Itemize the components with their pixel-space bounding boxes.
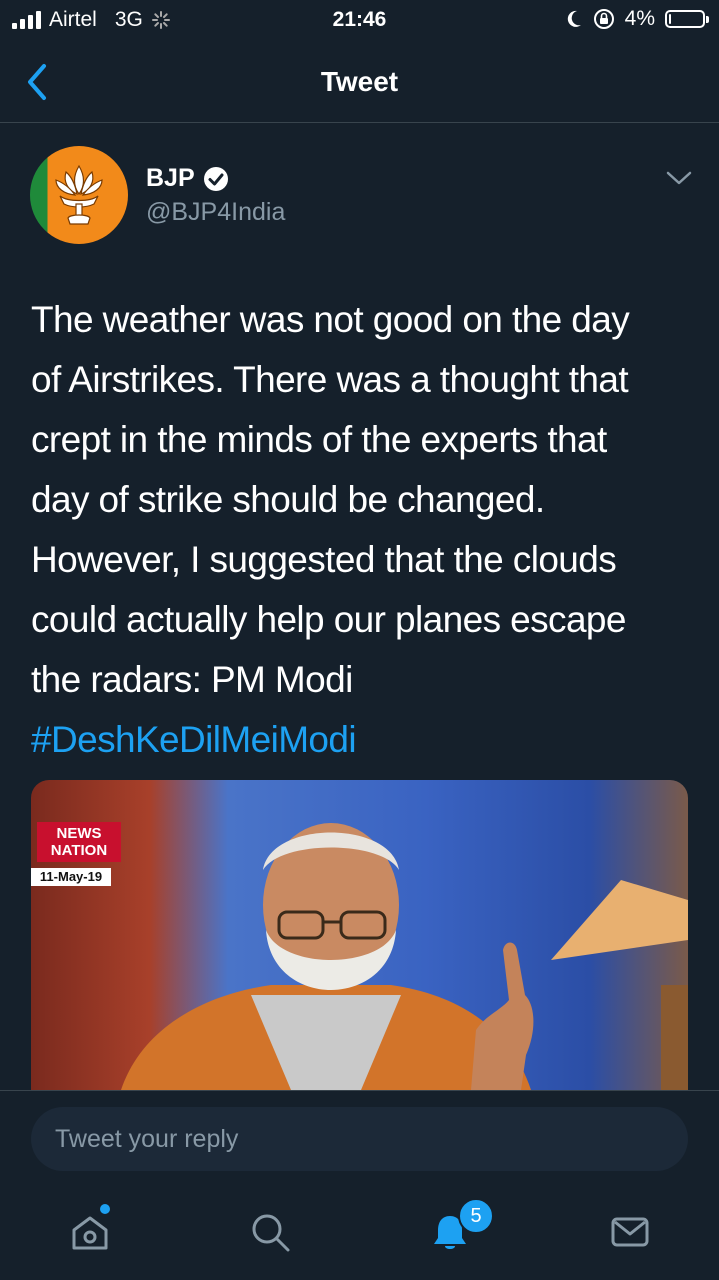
person-hand: [471, 942, 534, 1090]
navigation-bar: Tweet: [0, 44, 719, 123]
user-display-name[interactable]: BJP: [146, 164, 229, 193]
home-unread-dot: [100, 1204, 110, 1214]
battery-fill: [669, 14, 671, 24]
chevron-down-icon[interactable]: [666, 170, 692, 186]
messages-envelope-icon[interactable]: [608, 1210, 652, 1254]
battery-percent: 4%: [624, 7, 655, 30]
page-title: Tweet: [320, 66, 399, 97]
tweet-body: The weather was not good on the day of A…: [31, 290, 696, 770]
verified-badge-icon: [203, 166, 228, 191]
video-frame-illustration: [121, 823, 688, 1090]
search-icon[interactable]: [248, 1210, 292, 1254]
notifications-count-badge: 5: [458, 1198, 494, 1234]
tweet-media-image[interactable]: NEWS NATION 11-May-19: [31, 780, 688, 1090]
tweet-detail-screen: Airtel 3G 21:46 4% Tweet BJP @BJP4India …: [0, 0, 719, 1280]
reply-bar: [0, 1090, 719, 1191]
orientation-lock-icon: [593, 9, 614, 29]
avatar[interactable]: [30, 146, 128, 244]
reply-input[interactable]: [31, 1107, 688, 1171]
user-handle[interactable]: @BJP4India: [146, 198, 285, 227]
broadcast-date: 11-May-19: [31, 868, 111, 886]
moon-icon: [567, 10, 581, 27]
home-icon[interactable]: [68, 1210, 112, 1254]
battery-icon: [665, 10, 709, 28]
channel-logo: NEWS NATION: [37, 822, 121, 862]
lamp-base: [661, 985, 688, 1090]
user-name-text: BJP: [146, 164, 195, 192]
status-bar: Airtel 3G 21:46 4%: [0, 0, 719, 40]
bottom-tab-bar: [0, 1190, 719, 1280]
hashtag-link[interactable]: #DeshKeDilMeiModi: [31, 719, 357, 760]
lamp-shade: [551, 880, 688, 960]
tweet-text: The weather was not good on the day of A…: [31, 299, 630, 700]
lotus-logo-icon: [55, 164, 103, 225]
